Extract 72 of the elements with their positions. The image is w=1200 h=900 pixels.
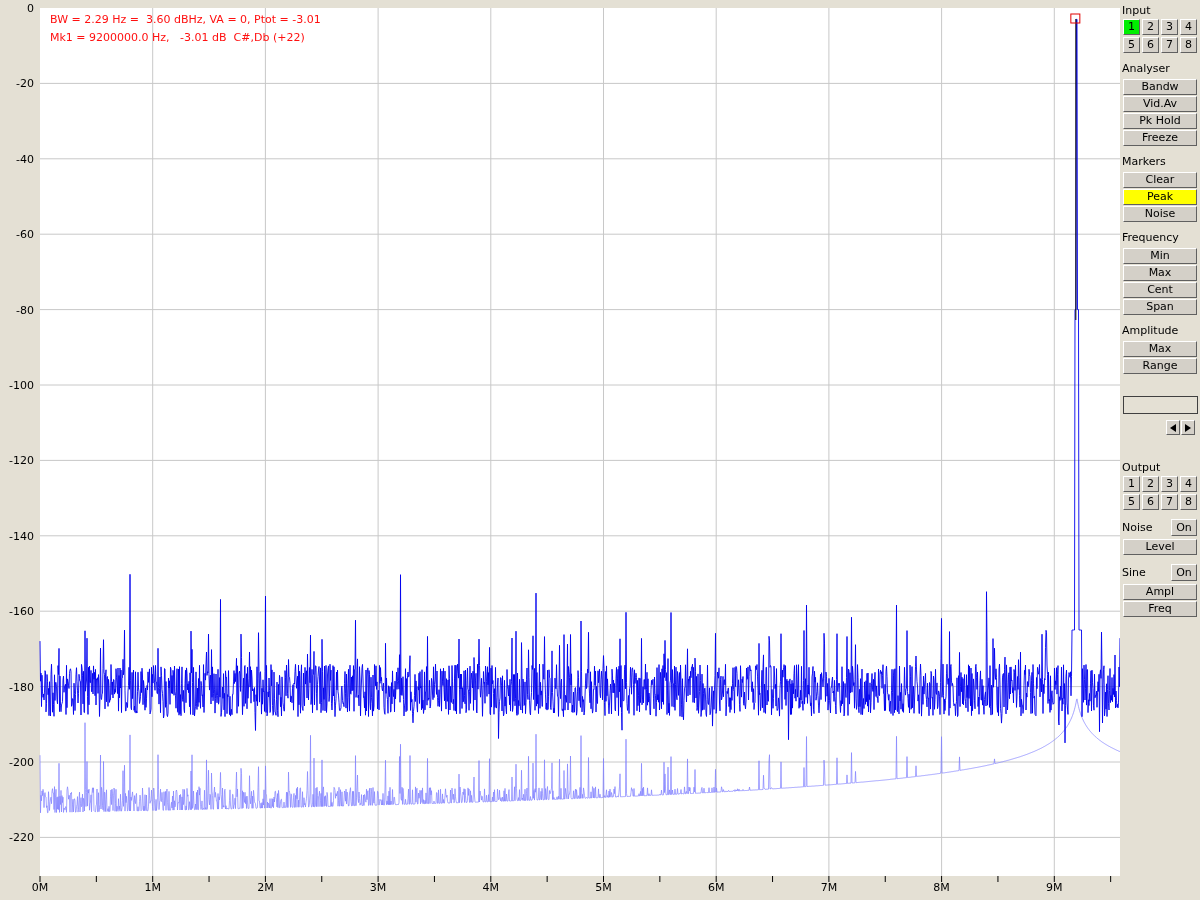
- x-axis-label: 2M: [257, 881, 274, 894]
- panel-button[interactable]: Peak: [1123, 189, 1197, 205]
- readout-text: Mk1 = 9200000.0 Hz, -3.01 dB C#,Db (+22): [50, 31, 305, 44]
- section-title: Sine: [1122, 566, 1146, 579]
- y-axis-label: -40: [16, 152, 34, 166]
- panel-button[interactable]: 1: [1123, 19, 1140, 35]
- panel-button[interactable]: Pk Hold: [1123, 113, 1197, 129]
- panel-button[interactable]: 4: [1180, 476, 1197, 492]
- panel-button[interactable]: 1: [1123, 476, 1140, 492]
- panel-button[interactable]: 2: [1142, 19, 1159, 35]
- y-axis-label: 0: [27, 2, 34, 15]
- y-axis-label: -20: [16, 77, 34, 91]
- y-axis-label: -60: [16, 228, 34, 242]
- section-title: Input: [1122, 4, 1152, 18]
- x-axis-label: 4M: [482, 881, 500, 894]
- y-axis-label: -80: [16, 303, 34, 317]
- y-axis-label: -100: [9, 379, 34, 392]
- panel-button[interactable]: 8: [1180, 37, 1197, 53]
- panel-button[interactable]: Span: [1123, 299, 1197, 315]
- readout-text: BW = 2.29 Hz = 3.60 dBHz, VA = 0, Ptot = -3.01: [50, 13, 321, 26]
- panel-button[interactable]: Range: [1123, 358, 1197, 374]
- section-title: Markers: [1122, 155, 1167, 169]
- right-triangle-icon: [1185, 423, 1191, 432]
- x-axis-label: 0M: [31, 881, 49, 894]
- section-title: Amplitude: [1122, 324, 1180, 338]
- y-axis-label: -140: [9, 529, 34, 543]
- y-axis-label: -120: [9, 454, 34, 468]
- y-axis-label: -200: [9, 756, 34, 769]
- x-axis-label: 6M: [707, 881, 725, 894]
- panel-button[interactable]: 2: [1142, 476, 1159, 492]
- left-triangle-icon: [1170, 423, 1176, 432]
- panel-button[interactable]: Vid.Av: [1123, 96, 1197, 112]
- y-axis-label: -160: [9, 605, 34, 619]
- on-toggle-button[interactable]: On: [1171, 564, 1197, 581]
- panel-button[interactable]: Cent: [1123, 282, 1197, 298]
- section-title: Frequency: [1122, 231, 1180, 245]
- left-arrow-button[interactable]: [1166, 420, 1180, 435]
- on-toggle-button[interactable]: On: [1171, 519, 1197, 536]
- x-axis-label: 5M: [595, 881, 612, 894]
- panel-button[interactable]: 5: [1123, 494, 1140, 510]
- value-field[interactable]: [1123, 396, 1198, 414]
- x-axis-label: 7M: [820, 881, 838, 894]
- x-axis-label: 3M: [369, 881, 387, 894]
- y-axis-label: -220: [9, 831, 34, 845]
- panel-button[interactable]: 3: [1161, 19, 1178, 35]
- panel-button[interactable]: 5: [1123, 37, 1140, 53]
- panel-button[interactable]: Level: [1123, 539, 1197, 555]
- panel-button[interactable]: 4: [1180, 19, 1197, 35]
- panel-button[interactable]: 6: [1142, 37, 1159, 53]
- panel-button[interactable]: Freeze: [1123, 130, 1197, 146]
- x-axis-label: 9M: [1046, 881, 1063, 894]
- panel-button[interactable]: 3: [1161, 476, 1178, 492]
- panel-button[interactable]: 8: [1180, 494, 1197, 510]
- right-arrow-button[interactable]: [1181, 420, 1195, 435]
- section-title: Noise: [1122, 521, 1153, 534]
- panel-button[interactable]: Ampl: [1123, 584, 1197, 600]
- section-title: Analyser: [1122, 62, 1171, 76]
- x-axis-label: 8M: [933, 881, 950, 894]
- peak-marker-icon: [1070, 13, 1081, 24]
- panel-button[interactable]: Max: [1123, 265, 1197, 281]
- panel-button[interactable]: Min: [1123, 248, 1197, 264]
- panel-button[interactable]: 6: [1142, 494, 1159, 510]
- panel-button[interactable]: Clear: [1123, 172, 1197, 188]
- panel-button[interactable]: Bandw: [1123, 79, 1197, 95]
- panel-button[interactable]: Freq: [1123, 601, 1197, 617]
- y-axis-label: -180: [9, 680, 34, 694]
- x-axis-label: 1M: [144, 881, 161, 894]
- section-title: Output: [1122, 461, 1162, 475]
- panel-button[interactable]: Noise: [1123, 206, 1197, 222]
- panel-button[interactable]: Max: [1123, 341, 1197, 357]
- panel-button[interactable]: 7: [1161, 494, 1178, 510]
- panel-button[interactable]: 7: [1161, 37, 1178, 53]
